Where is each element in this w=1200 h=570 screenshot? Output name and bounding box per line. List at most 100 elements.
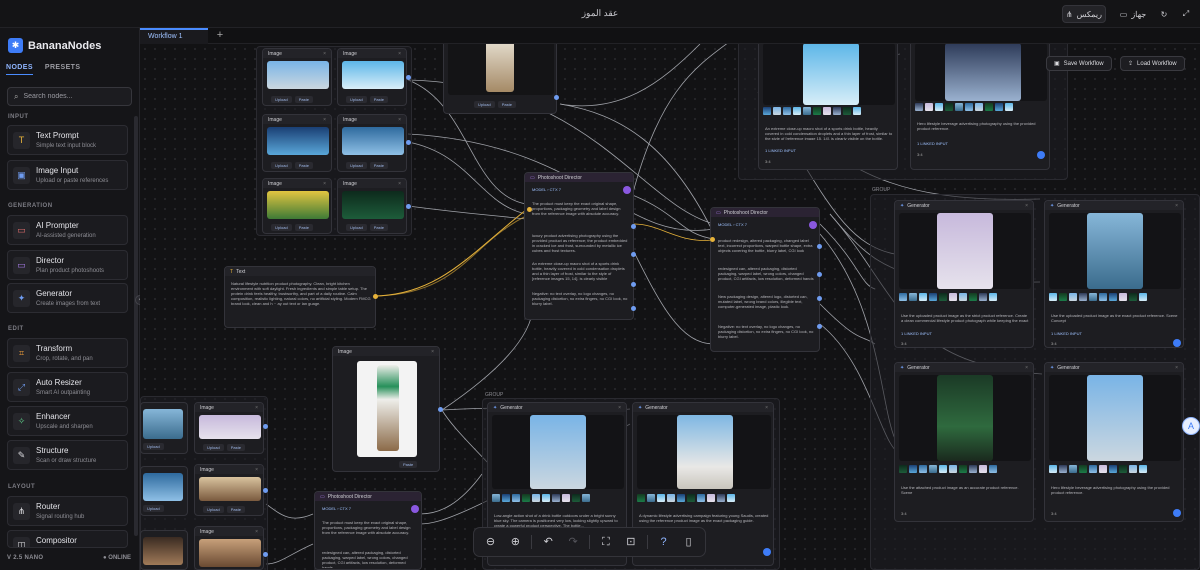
output-port[interactable] bbox=[406, 204, 411, 209]
paste-button[interactable]: Paste bbox=[369, 162, 388, 169]
scene-text[interactable]: An extreme close-up macro shot of a spor… bbox=[532, 261, 628, 286]
tool-ai-prompter[interactable]: ▭ AI Prompter AI-assisted generation bbox=[7, 215, 128, 245]
close-icon[interactable]: × bbox=[618, 405, 621, 411]
output-port[interactable] bbox=[817, 272, 822, 277]
output-port[interactable] bbox=[817, 324, 822, 329]
image-node[interactable]: Upload Paste bbox=[443, 44, 557, 114]
image-node[interactable]: Image × Upload Paste bbox=[194, 402, 264, 454]
image-node[interactable]: Image × bbox=[194, 526, 264, 570]
undo-icon[interactable]: ↶ bbox=[539, 533, 557, 551]
image-node[interactable]: Image × Paste bbox=[332, 346, 440, 472]
output-port[interactable] bbox=[263, 488, 268, 493]
run-button[interactable] bbox=[763, 548, 771, 556]
upload-button[interactable]: Upload bbox=[346, 96, 367, 103]
upload-button[interactable]: Upload bbox=[143, 443, 164, 450]
output-port[interactable] bbox=[817, 296, 822, 301]
upload-button[interactable]: Upload bbox=[474, 101, 495, 108]
aspect-select[interactable]: 3:4 bbox=[901, 341, 907, 346]
close-icon[interactable]: × bbox=[398, 51, 401, 57]
output-port[interactable] bbox=[631, 306, 636, 311]
close-icon[interactable]: × bbox=[1175, 203, 1178, 209]
close-icon[interactable]: × bbox=[255, 529, 258, 535]
aspect-select[interactable]: 3:4 bbox=[901, 511, 907, 516]
generator-prompt[interactable]: Hero lifestyle beverage advertising phot… bbox=[917, 121, 1045, 135]
input-port[interactable] bbox=[527, 207, 532, 212]
output-port[interactable] bbox=[631, 282, 636, 287]
generator-node[interactable]: Hero lifestyle beverage advertising phot… bbox=[910, 44, 1050, 170]
scene-text[interactable]: redesigned can, altered packaging, disto… bbox=[718, 266, 814, 290]
text-node[interactable]: T Text Natural lifestyle nutrition produc… bbox=[224, 266, 376, 328]
tab-nodes[interactable]: NODES bbox=[6, 64, 33, 75]
remix-button[interactable]: ⋔ ريمكس bbox=[1062, 5, 1106, 23]
upload-button[interactable]: Upload bbox=[271, 96, 292, 103]
photoshoot-director-node[interactable]: ▭ Photoshoot Director MODEL › CTX 7 The p… bbox=[314, 491, 422, 570]
paste-button[interactable]: Paste bbox=[226, 506, 245, 513]
output-port[interactable] bbox=[263, 552, 268, 557]
aspect-select[interactable]: 3:4 bbox=[1051, 341, 1057, 346]
image-node[interactable]: Image × Upload Paste bbox=[337, 48, 407, 106]
image-node[interactable]: Upload bbox=[140, 402, 188, 454]
tool-generator[interactable]: ✦ Generator Create images from text bbox=[7, 283, 128, 313]
upload-button[interactable]: Upload bbox=[143, 505, 164, 512]
load-workflow-button[interactable]: ⇪ Load Workflow bbox=[1120, 56, 1185, 71]
scene-text[interactable]: product redesign, altered packaging, cha… bbox=[718, 238, 814, 262]
search-input[interactable] bbox=[23, 93, 124, 100]
tool-director[interactable]: ▭ Director Plan product photoshoots bbox=[7, 250, 128, 280]
close-icon[interactable]: × bbox=[1175, 365, 1178, 371]
aspect-select[interactable]: 3:4 bbox=[765, 159, 771, 164]
tool-auto-resizer[interactable]: ⤢ Auto Resizer Smart AI outpainting bbox=[7, 372, 128, 402]
aspect-select[interactable]: 3:4 bbox=[917, 152, 923, 157]
photoshoot-director-node[interactable]: ▭ Photoshoot Director MODEL › CTX 7 produ… bbox=[710, 207, 820, 352]
negative-text[interactable]: Negative: no text overlay, no logo chang… bbox=[532, 291, 628, 309]
tab-presets[interactable]: PRESETS bbox=[45, 64, 80, 75]
tab-workflow-1[interactable]: Workflow 1 bbox=[140, 28, 208, 44]
close-icon[interactable]: × bbox=[255, 405, 258, 411]
close-icon[interactable]: × bbox=[431, 349, 434, 355]
generator-prompt[interactable]: Hero lifestyle beverage advertising phot… bbox=[1051, 485, 1179, 499]
tool-transform[interactable]: ⌗ Transform Crop, rotate, and pan bbox=[7, 338, 128, 368]
run-button[interactable] bbox=[411, 505, 419, 513]
generator-prompt[interactable]: Use the attached product image as an acc… bbox=[901, 485, 1029, 499]
paste-button[interactable]: Paste bbox=[294, 162, 313, 169]
paste-button[interactable]: Paste bbox=[294, 224, 313, 231]
image-node[interactable]: Upload bbox=[140, 466, 188, 516]
paste-button[interactable]: Paste bbox=[294, 96, 313, 103]
run-button[interactable] bbox=[1173, 339, 1181, 347]
close-icon[interactable]: × bbox=[323, 181, 326, 187]
output-port[interactable] bbox=[631, 224, 636, 229]
tool-compositor[interactable]: ◫ Compositor bbox=[7, 530, 128, 548]
output-port[interactable] bbox=[438, 407, 443, 412]
generator-prompt[interactable]: Use the uploaded product image as the ex… bbox=[1051, 313, 1179, 327]
redo-icon[interactable]: ↷ bbox=[564, 533, 582, 551]
image-node[interactable]: Image × Upload Paste bbox=[194, 464, 264, 516]
translate-icon[interactable]: A bbox=[1182, 417, 1200, 435]
output-port[interactable] bbox=[554, 95, 559, 100]
upload-button[interactable]: Upload bbox=[346, 224, 367, 231]
scene-text[interactable]: New packaging design, altered logo, dist… bbox=[718, 294, 814, 318]
close-icon[interactable]: × bbox=[398, 117, 401, 123]
input-port[interactable] bbox=[710, 237, 715, 242]
refresh-icon[interactable]: ↻ bbox=[1156, 5, 1172, 23]
sidebar-scrollbar[interactable] bbox=[134, 116, 138, 536]
tool-router[interactable]: ⋔ Router Signal routing hub bbox=[7, 496, 128, 526]
image-node[interactable]: Image × Upload Paste bbox=[337, 178, 407, 234]
close-icon[interactable]: × bbox=[398, 181, 401, 187]
scene-text[interactable]: The product must keep the exact original… bbox=[532, 201, 628, 229]
close-icon[interactable]: × bbox=[255, 467, 258, 473]
scene-text[interactable]: luxury product advertising photography u… bbox=[532, 233, 628, 258]
output-port[interactable] bbox=[373, 294, 378, 299]
paste-button[interactable]: Paste bbox=[399, 461, 418, 468]
image-node[interactable]: Image × Upload Paste bbox=[337, 114, 407, 172]
output-port[interactable] bbox=[406, 75, 411, 80]
help-icon[interactable]: ? bbox=[655, 533, 673, 551]
book-icon[interactable]: ▯ bbox=[680, 533, 698, 551]
close-icon[interactable]: × bbox=[1025, 203, 1028, 209]
tool-enhancer[interactable]: ✧ Enhancer Upscale and sharpen bbox=[7, 406, 128, 436]
run-button[interactable] bbox=[809, 221, 817, 229]
upload-button[interactable]: Upload bbox=[203, 506, 224, 513]
image-node[interactable]: Image × Upload Paste bbox=[262, 48, 332, 106]
device-button[interactable]: ▭ جهاز bbox=[1116, 5, 1150, 23]
image-node[interactable]: Image × Upload Paste bbox=[262, 178, 332, 234]
run-button[interactable] bbox=[623, 186, 631, 194]
text-prompt-content[interactable]: Natural lifestyle nutrition product phot… bbox=[231, 281, 371, 325]
